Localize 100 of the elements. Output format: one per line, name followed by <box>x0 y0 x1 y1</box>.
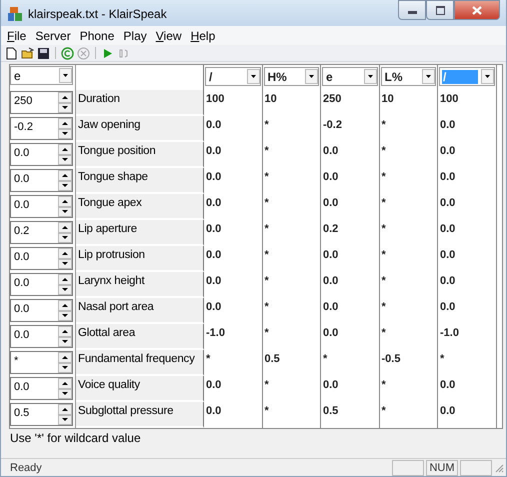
table-cell: 0.0 <box>438 298 496 324</box>
close-icon <box>472 6 482 14</box>
parameter-label: Fundamental frequency <box>76 350 204 376</box>
table-cell: * <box>262 168 321 194</box>
table-cell: * <box>380 298 438 324</box>
status-indicator: NUM <box>426 460 458 476</box>
table-cell: 0.0 <box>438 246 496 272</box>
table-cell: * <box>380 194 438 220</box>
table-cell: * <box>380 272 438 298</box>
menu-item[interactable]: File <box>7 28 26 42</box>
table-cell: 0.0 <box>204 168 262 194</box>
menu-item[interactable]: Server <box>35 28 71 42</box>
table-cell: * <box>262 194 321 220</box>
copyright-circle-icon[interactable] <box>61 46 74 60</box>
table-cell: * <box>262 246 321 272</box>
folder-icon[interactable] <box>21 46 34 60</box>
table-cell: 0.0 <box>438 220 496 246</box>
table-cell: 0.0 <box>204 272 262 298</box>
table-cell: -0.5 <box>380 350 438 376</box>
table-cell: 10 <box>262 90 321 116</box>
dropdown[interactable]: e <box>322 67 378 86</box>
table-cell: 0.0 <box>438 168 496 194</box>
table-cell: * <box>438 350 496 376</box>
table-cell: 0.0 <box>321 142 380 168</box>
table-cell: 0.0 <box>204 220 262 246</box>
table-cell: 0.0 <box>438 376 496 402</box>
status-text: Ready <box>10 462 43 474</box>
table-cell: 0.5 <box>262 350 321 376</box>
table-cell: 0.0 <box>438 116 496 142</box>
status-panel <box>460 460 492 476</box>
table-cell: 250 <box>321 90 380 116</box>
table-cell: * <box>262 324 321 350</box>
dropdown[interactable]: e <box>10 66 73 85</box>
app-icon <box>7 6 23 22</box>
table-cell: 100 <box>438 90 496 116</box>
parameter-label: Lip aperture <box>76 220 204 246</box>
table-cell: * <box>262 376 321 402</box>
table-cell: 0.0 <box>438 142 496 168</box>
parameter-label: Lip protrusion <box>76 246 204 272</box>
table-cell: * <box>380 324 438 350</box>
table-cell: 0.0 <box>321 298 380 324</box>
table-cell: 0.2 <box>321 220 380 246</box>
table-cell: 10 <box>380 90 438 116</box>
table-cell: 100 <box>204 90 262 116</box>
parameter-label: Jaw opening <box>76 116 204 142</box>
table-cell: -1.0 <box>204 324 262 350</box>
parameter-label: Tongue apex <box>76 194 204 220</box>
table-cell: * <box>262 116 321 142</box>
menu-item[interactable]: View <box>156 28 182 42</box>
hint-text: Use '*' for wildcard value <box>9 430 142 447</box>
table-cell: 0.0 <box>321 168 380 194</box>
menu-item[interactable]: Phone <box>80 28 114 42</box>
parameter-label: Larynx height <box>76 272 204 298</box>
save-icon[interactable] <box>37 46 50 60</box>
table-cell: 0.5 <box>321 402 380 428</box>
table-cell: 0.0 <box>204 246 262 272</box>
table-cell: 0.0 <box>204 376 262 402</box>
minimize-button[interactable] <box>398 0 426 20</box>
table-cell: 0.0 <box>204 142 262 168</box>
table-cell: * <box>380 402 438 428</box>
maximize-button[interactable] <box>426 0 454 20</box>
table-cell: * <box>204 350 262 376</box>
dropdown[interactable]: / <box>205 67 260 86</box>
close-button[interactable] <box>454 0 500 20</box>
table-cell: * <box>380 376 438 402</box>
table-cell: 0.0 <box>204 298 262 324</box>
table-cell: * <box>380 116 438 142</box>
table-cell: * <box>262 272 321 298</box>
table-cell: * <box>262 220 321 246</box>
table-cell: * <box>262 298 321 324</box>
dropdown[interactable]: H% <box>264 67 319 86</box>
table-cell: 0.0 <box>204 116 262 142</box>
table-cell: * <box>321 350 380 376</box>
parameter-label: Duration <box>76 90 204 116</box>
dropdown[interactable]: L% <box>380 67 436 86</box>
table-cell: * <box>262 142 321 168</box>
parameter-label: Tongue shape <box>76 168 204 194</box>
parameter-label: Subglottal pressure <box>76 402 204 428</box>
status-panel <box>392 460 424 476</box>
table-cell: 0.0 <box>321 194 380 220</box>
table-cell: 0.0 <box>321 246 380 272</box>
table-cell: 0.0 <box>204 194 262 220</box>
table-cell: 0.0 <box>321 272 380 298</box>
resize-grip-icon <box>494 462 504 472</box>
menu-item[interactable]: Play <box>123 28 147 42</box>
table-cell: * <box>380 246 438 272</box>
table-cell: -1.0 <box>438 324 496 350</box>
table-cell: * <box>262 402 321 428</box>
table-cell: -0.2 <box>321 116 380 142</box>
parameter-label: Nasal port area <box>76 298 204 324</box>
parameter-label: Voice quality <box>76 376 204 402</box>
table-cell: * <box>380 220 438 246</box>
parameter-label: Glottal area <box>76 324 204 350</box>
table-cell: * <box>380 168 438 194</box>
table-cell: 0.0 <box>438 272 496 298</box>
table-cell: 0.0 <box>321 324 380 350</box>
menu-item[interactable]: Help <box>190 28 216 42</box>
table-cell: 0.0 <box>321 376 380 402</box>
table-cell: 0.0 <box>438 402 496 428</box>
table-cell: 0.0 <box>438 194 496 220</box>
